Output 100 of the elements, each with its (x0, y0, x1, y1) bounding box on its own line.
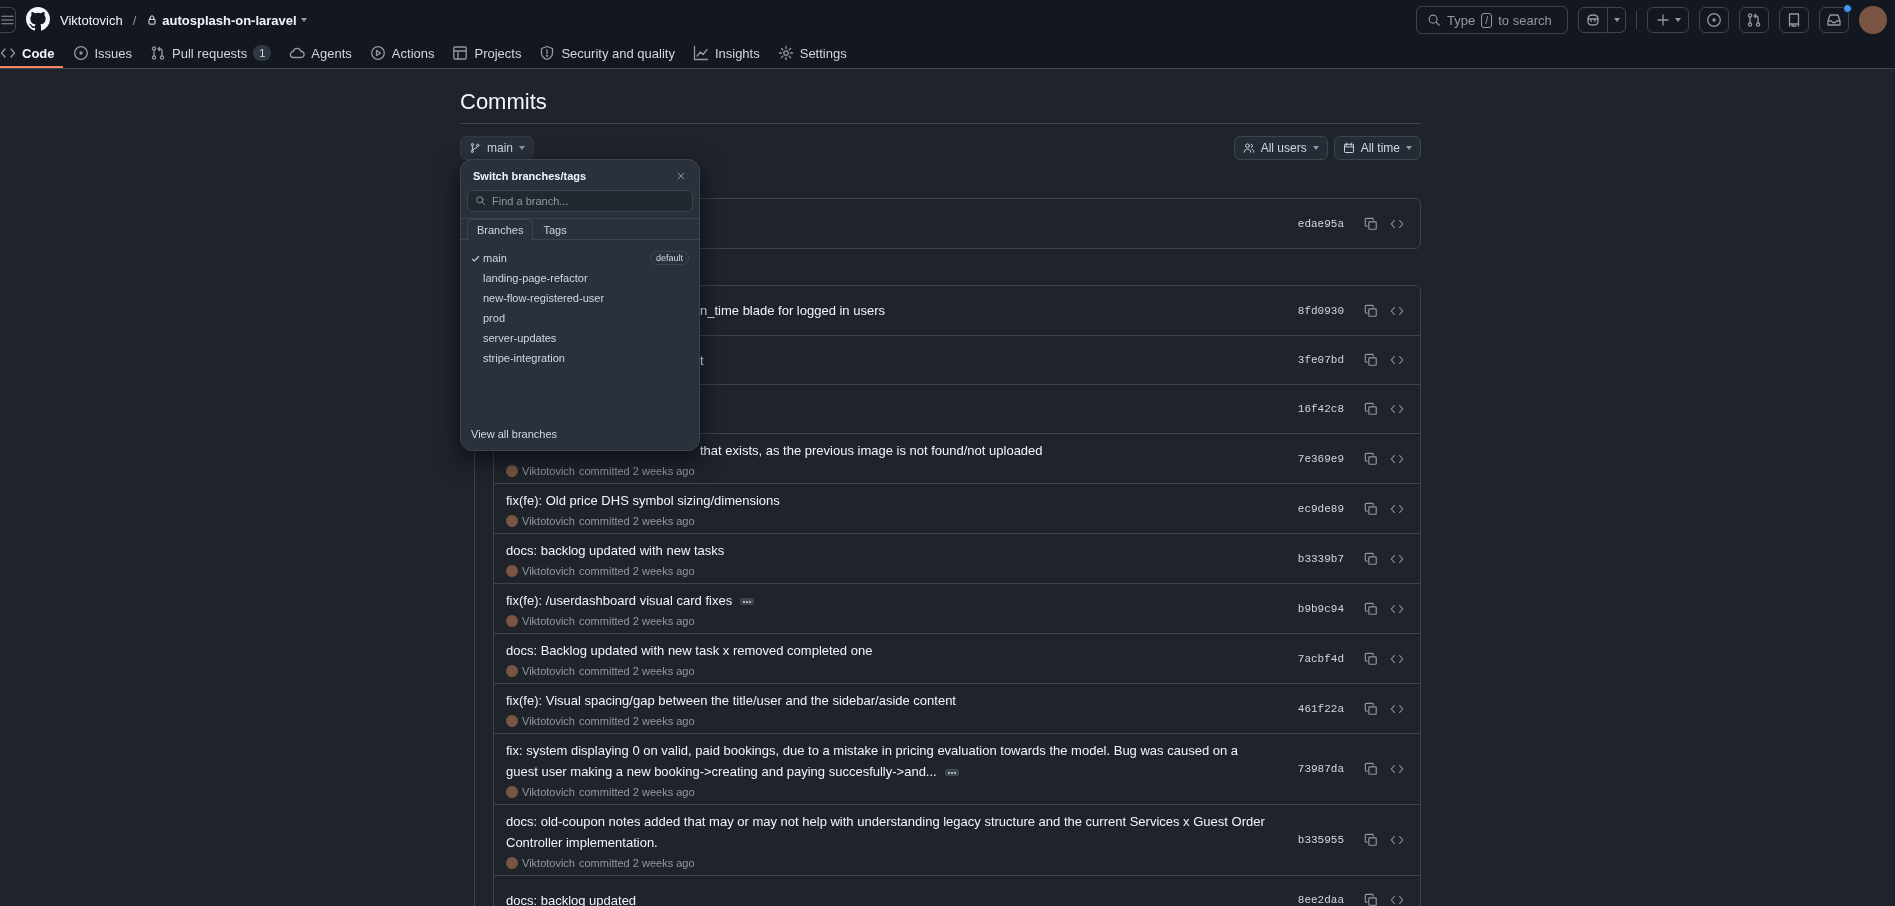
branch-item[interactable]: main default (467, 248, 693, 268)
avatar[interactable] (1859, 6, 1887, 34)
branch-item[interactable]: new-flow-registered-user (467, 288, 693, 308)
gear-icon (777, 45, 794, 61)
search-icon (1427, 13, 1441, 27)
author-link[interactable]: Viktotovich (522, 665, 575, 677)
commit-hash[interactable]: b3339b7 (1297, 552, 1344, 565)
nav-tab[interactable]: Issues (64, 40, 141, 68)
commit-message[interactable]: t (700, 352, 704, 368)
issues-button[interactable] (1699, 7, 1729, 33)
close-button[interactable] (675, 170, 687, 182)
copy-icon (1364, 701, 1378, 716)
shortcut-key: / (1481, 12, 1493, 28)
commit-time: committed 2 weeks ago (579, 615, 695, 627)
menu-button[interactable] (0, 7, 16, 33)
nav-tab[interactable]: Actions (361, 40, 443, 68)
commit-hash[interactable]: 461f22a (1297, 702, 1344, 715)
commit-hash[interactable]: 16f42c8 (1297, 403, 1344, 415)
commit-hash[interactable]: 73987da (1297, 763, 1344, 775)
graph-icon (692, 45, 709, 61)
owner-link[interactable]: Viktotovich (60, 12, 123, 28)
commit-message[interactable]: fix(fe): Old price DHS symbol sizing/dimensions (506, 490, 1266, 511)
commit-hash[interactable]: 3fe07bd (1297, 354, 1344, 366)
caret-icon[interactable] (300, 18, 307, 22)
commit-hash[interactable]: 8ee2daa (1297, 894, 1344, 906)
author-link[interactable]: Viktotovich (522, 615, 575, 627)
book-icon (1786, 12, 1802, 28)
commit-message[interactable]: docs: old-coupon notes added that may or may not help with understanding legacy structure and the current Services x Guest Order Controller implementation. (506, 811, 1266, 853)
copilot-menu-button[interactable] (1608, 7, 1626, 33)
nav-tab[interactable]: Code (0, 40, 63, 68)
branch-search-field[interactable]: Find a branch... (467, 190, 693, 212)
code-icon (1390, 402, 1404, 416)
nav-tab[interactable]: Pull requests 1 (142, 40, 280, 68)
expand-button[interactable] (740, 598, 755, 606)
copy-icon (1364, 893, 1378, 906)
commit-message[interactable]: fix(fe): Visual spacing/gap between the title/user and the sidebar/aside content (506, 690, 1266, 711)
search-placeholder: Type (1447, 12, 1476, 28)
commit-message[interactable]: docs: backlog updated with new tasks (506, 540, 1266, 561)
menu-tab[interactable]: Tags (533, 219, 577, 240)
people-icon (1242, 142, 1255, 154)
copy-icon (1364, 353, 1378, 367)
branch-item[interactable]: stripe-integration (467, 348, 693, 368)
branch-item[interactable]: prod (467, 308, 693, 328)
copy-icon (1364, 501, 1378, 516)
shield-icon (539, 45, 556, 61)
copy-icon (1364, 402, 1378, 416)
inbox-button[interactable] (1819, 7, 1849, 33)
search-placeholder: to search (1498, 12, 1552, 28)
avatar (506, 615, 518, 627)
pull-requests-button[interactable] (1739, 7, 1769, 33)
copilot-button[interactable] (1578, 7, 1608, 33)
users-filter-button[interactable]: All users (1233, 136, 1328, 160)
commit-hash[interactable]: b335955 (1297, 834, 1344, 846)
commit-hash[interactable]: 7acbf4d (1297, 652, 1344, 665)
repo-link[interactable]: autosplash-on-laravel (162, 12, 297, 28)
author-link[interactable]: Viktotovich (522, 715, 575, 727)
commit-time: committed 2 weeks ago (579, 565, 695, 577)
nav-tab[interactable]: Settings (769, 40, 855, 68)
commit-message[interactable]: fix(fe): /userdashboard visual card fixes (506, 590, 1266, 611)
commit-hash[interactable]: 8fd0930 (1297, 304, 1344, 317)
avatar (506, 565, 518, 577)
author-link[interactable]: Viktotovich (522, 786, 575, 798)
commit-message[interactable]: docs: Backlog updated with new task x removed completed one (506, 640, 1266, 661)
nav-tab[interactable]: Agents (281, 40, 360, 68)
page-title: Commits (460, 69, 1421, 124)
search-icon (475, 195, 486, 206)
commit-hash[interactable]: ec9de89 (1297, 502, 1344, 515)
commit-message[interactable]: n_time blade for logged in users (700, 303, 885, 318)
play-icon (369, 45, 386, 61)
create-button[interactable] (1647, 7, 1689, 33)
inbox-icon (1826, 12, 1842, 28)
search-field[interactable]: Type / to search (1416, 6, 1568, 34)
nav-tab[interactable]: Security and quality (531, 40, 683, 68)
commit-time: committed 2 weeks ago (579, 665, 695, 677)
commit-hash[interactable]: 7e369e9 (1297, 452, 1344, 465)
author-link[interactable]: Viktotovich (522, 465, 575, 477)
nav-tab[interactable]: Insights (684, 40, 768, 68)
commit-hash[interactable]: b9b9c94 (1297, 602, 1344, 615)
branch-item[interactable]: server-updates (467, 328, 693, 348)
commit-message[interactable]: that exists, as the previous image is not found/not uploaded (700, 443, 1043, 458)
author-link[interactable]: Viktotovich (522, 565, 575, 577)
avatar (506, 515, 518, 527)
time-filter-button[interactable]: All time (1333, 136, 1421, 160)
commit-hash[interactable]: edae95a (1297, 217, 1344, 230)
expand-button[interactable] (944, 769, 959, 777)
avatar (506, 857, 518, 869)
branch-item[interactable]: landing-page-refactor (467, 268, 693, 288)
author-link[interactable]: Viktotovich (522, 515, 575, 527)
repositories-button[interactable] (1779, 7, 1809, 33)
avatar (506, 465, 518, 477)
view-all-branches-link[interactable]: View all branches (471, 428, 557, 440)
commit-time: committed 2 weeks ago (579, 715, 695, 727)
branch-button[interactable]: main (460, 136, 534, 160)
nav-tab[interactable]: Projects (444, 40, 530, 68)
author-link[interactable]: Viktotovich (522, 857, 575, 869)
table-icon (452, 45, 469, 61)
commit-message[interactable]: fix: system displaying 0 on valid, paid bookings, due to a mistake in pricing evaluation towards the model. Bug was caused on a guest user making a new booking->creating and paying succesfully->and... (506, 740, 1266, 782)
menu-tab[interactable]: Branches (467, 219, 534, 240)
code-icon (1390, 762, 1404, 776)
commit-time: committed 2 weeks ago (579, 786, 695, 798)
